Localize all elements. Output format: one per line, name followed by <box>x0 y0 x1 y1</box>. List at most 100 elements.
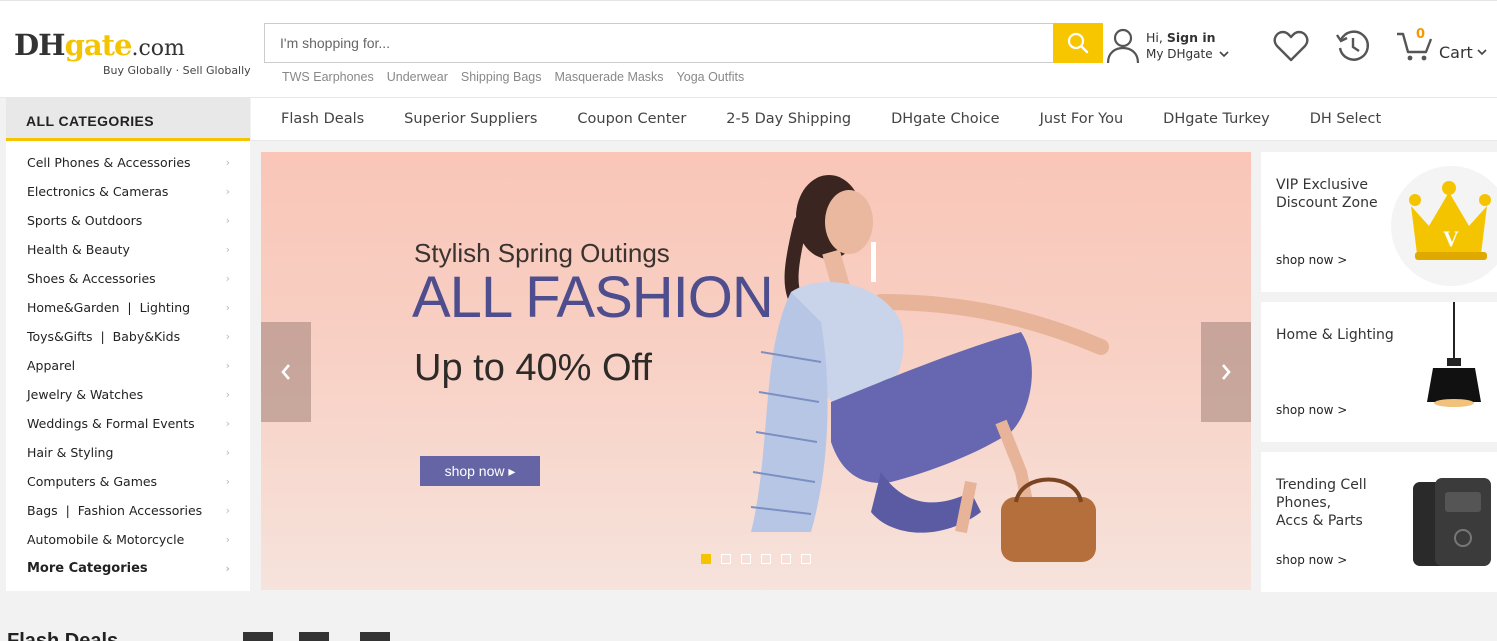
category-label: Sports & Outdoors <box>27 213 143 228</box>
category-item[interactable]: Toys&Gifts | Baby&Kids › <box>6 323 250 352</box>
hot-term[interactable]: TWS Earphones <box>282 70 374 84</box>
pendant-lamp-icon <box>1427 302 1481 407</box>
category-list: Cell Phones & Accessories › Electronics &… <box>6 149 250 584</box>
category-item[interactable]: Weddings & Formal Events › <box>6 410 250 439</box>
cart-button[interactable]: 0 Cart <box>1396 27 1491 68</box>
hot-term[interactable]: Masquerade Masks <box>554 70 663 84</box>
search-bar <box>264 23 1103 63</box>
nav-item-dhgate-choice[interactable]: DHgate Choice <box>891 111 999 127</box>
countdown-box <box>299 632 329 641</box>
chevron-right-icon: › <box>225 388 230 401</box>
all-categories-title: ALL CATEGORIES <box>26 113 154 129</box>
hot-term[interactable]: Shipping Bags <box>461 70 542 84</box>
dhgate-logo[interactable]: DHgate.com Buy Globally · Sell Globally <box>14 28 251 80</box>
promo-shop-now-link[interactable]: shop now > <box>1276 553 1347 567</box>
nav-item-flash-deals[interactable]: Flash Deals <box>281 111 364 127</box>
banner-pagination <box>701 554 811 564</box>
promo-title-line: Trending Cell <box>1276 477 1367 493</box>
hot-term[interactable]: Underwear <box>387 70 448 84</box>
my-dhgate-link[interactable]: My DHgate <box>1146 47 1229 61</box>
banner-prev-button[interactable] <box>261 322 311 422</box>
chevron-right-icon: › <box>225 417 230 430</box>
promo-cell-phones[interactable]: Trending Cell Phones, Accs & Parts shop no… <box>1261 452 1497 592</box>
category-label: Shoes & Accessories <box>27 271 156 286</box>
site-header: DHgate.com Buy Globally · Sell Globally … <box>0 0 1497 98</box>
category-label: Home&Garden | Lighting <box>27 300 191 315</box>
category-item[interactable]: Computers & Games › <box>6 468 250 497</box>
nav-item-dhgate-turkey[interactable]: DHgate Turkey <box>1163 111 1270 127</box>
all-categories-header[interactable]: ALL CATEGORIES <box>6 98 250 141</box>
promo-title: Home & Lighting <box>1276 327 1394 343</box>
cart-icon <box>1397 32 1433 61</box>
chevron-left-icon <box>281 364 290 380</box>
promo-title-line: Accs & Parts <box>1276 513 1363 529</box>
search-input[interactable] <box>265 24 1053 62</box>
wishlist-button[interactable] <box>1273 30 1309 66</box>
banner-dot[interactable] <box>721 554 731 564</box>
flash-deals-heading: Flash Deals <box>7 630 119 641</box>
chevron-right-icon: › <box>225 214 230 227</box>
vip-badge-letter: V <box>1443 226 1459 251</box>
history-button[interactable] <box>1335 28 1371 68</box>
hot-term[interactable]: Yoga Outfits <box>677 70 745 84</box>
nav-item-dh-select[interactable]: DH Select <box>1310 111 1381 127</box>
promo-shop-now-link[interactable]: shop now > <box>1276 403 1347 417</box>
promo-shop-now-link[interactable]: shop now > <box>1276 253 1347 267</box>
chevron-right-icon: › <box>225 185 230 198</box>
chevron-right-icon: › <box>225 156 230 169</box>
promo-vip-discount[interactable]: VIP Exclusive Discount Zone shop now > V <box>1261 152 1497 292</box>
nav-list: Flash Deals Superior Suppliers Coupon Ce… <box>281 111 1381 127</box>
hero-banner[interactable]: Stylish Spring Outings ALL FASHION Up to… <box>261 152 1251 590</box>
nav-item-fast-shipping[interactable]: 2-5 Day Shipping <box>726 111 851 127</box>
sign-in-link[interactable]: Sign in <box>1167 30 1216 45</box>
promo-title: Trending Cell Phones, Accs & Parts <box>1276 476 1367 530</box>
banner-dot[interactable] <box>761 554 771 564</box>
main-nav: Flash Deals Superior Suppliers Coupon Ce… <box>251 98 1497 141</box>
category-item[interactable]: Jewelry & Watches › <box>6 381 250 410</box>
chevron-right-icon <box>1222 364 1231 380</box>
category-label: Apparel <box>27 358 76 373</box>
logo-tagline: Buy Globally · Sell Globally <box>103 64 251 77</box>
category-item[interactable]: Cell Phones & Accessories › <box>6 149 250 178</box>
banner-next-button[interactable] <box>1201 322 1251 422</box>
category-label: More Categories <box>27 561 148 576</box>
category-item[interactable]: Apparel › <box>6 352 250 381</box>
cart-label: Cart <box>1439 43 1473 62</box>
category-item[interactable]: Automobile & Motorcycle › <box>6 526 250 555</box>
promo-home-lighting[interactable]: Home & Lighting shop now > <box>1261 302 1497 442</box>
banner-dot[interactable] <box>801 554 811 564</box>
category-label: Weddings & Formal Events <box>27 416 195 431</box>
banner-dot[interactable] <box>701 554 711 564</box>
category-item[interactable]: Sports & Outdoors › <box>6 207 250 236</box>
banner-offer: Up to 40% Off <box>414 347 652 389</box>
category-item[interactable]: Home&Garden | Lighting › <box>6 294 250 323</box>
account-menu[interactable]: Hi, Sign in My DHgate <box>1106 28 1231 66</box>
power-bank-icon <box>1413 478 1491 566</box>
chevron-right-icon: › <box>225 272 230 285</box>
category-label: Computers & Games <box>27 474 158 489</box>
my-dhgate-label: My DHgate <box>1146 47 1213 61</box>
category-item[interactable]: Shoes & Accessories › <box>6 265 250 294</box>
heart-icon <box>1273 30 1309 62</box>
category-item[interactable]: Health & Beauty › <box>6 236 250 265</box>
crown-icon: V <box>1391 166 1497 286</box>
chevron-right-icon: › <box>225 475 230 488</box>
search-button[interactable] <box>1053 23 1103 63</box>
category-label: Automobile & Motorcycle <box>27 532 185 547</box>
chevron-right-icon: › <box>225 301 230 314</box>
category-item[interactable]: Bags | Fashion Accessories › <box>6 497 250 526</box>
banner-shop-now-button[interactable]: shop now ▸ <box>420 456 540 486</box>
promo-title-line: VIP Exclusive <box>1276 177 1369 193</box>
nav-item-coupon-center[interactable]: Coupon Center <box>577 111 686 127</box>
account-greeting: Hi, Sign in <box>1146 30 1216 45</box>
nav-item-just-for-you[interactable]: Just For You <box>1040 111 1124 127</box>
banner-dot[interactable] <box>741 554 751 564</box>
nav-item-superior-suppliers[interactable]: Superior Suppliers <box>404 111 537 127</box>
category-label: Electronics & Cameras <box>27 184 169 199</box>
category-item[interactable]: Electronics & Cameras › <box>6 178 250 207</box>
category-item[interactable]: Hair & Styling › <box>6 439 250 468</box>
chevron-right-icon: › <box>225 446 230 459</box>
banner-dot[interactable] <box>781 554 791 564</box>
more-categories-item[interactable]: More Categories › <box>6 555 250 584</box>
history-icon <box>1336 30 1369 61</box>
